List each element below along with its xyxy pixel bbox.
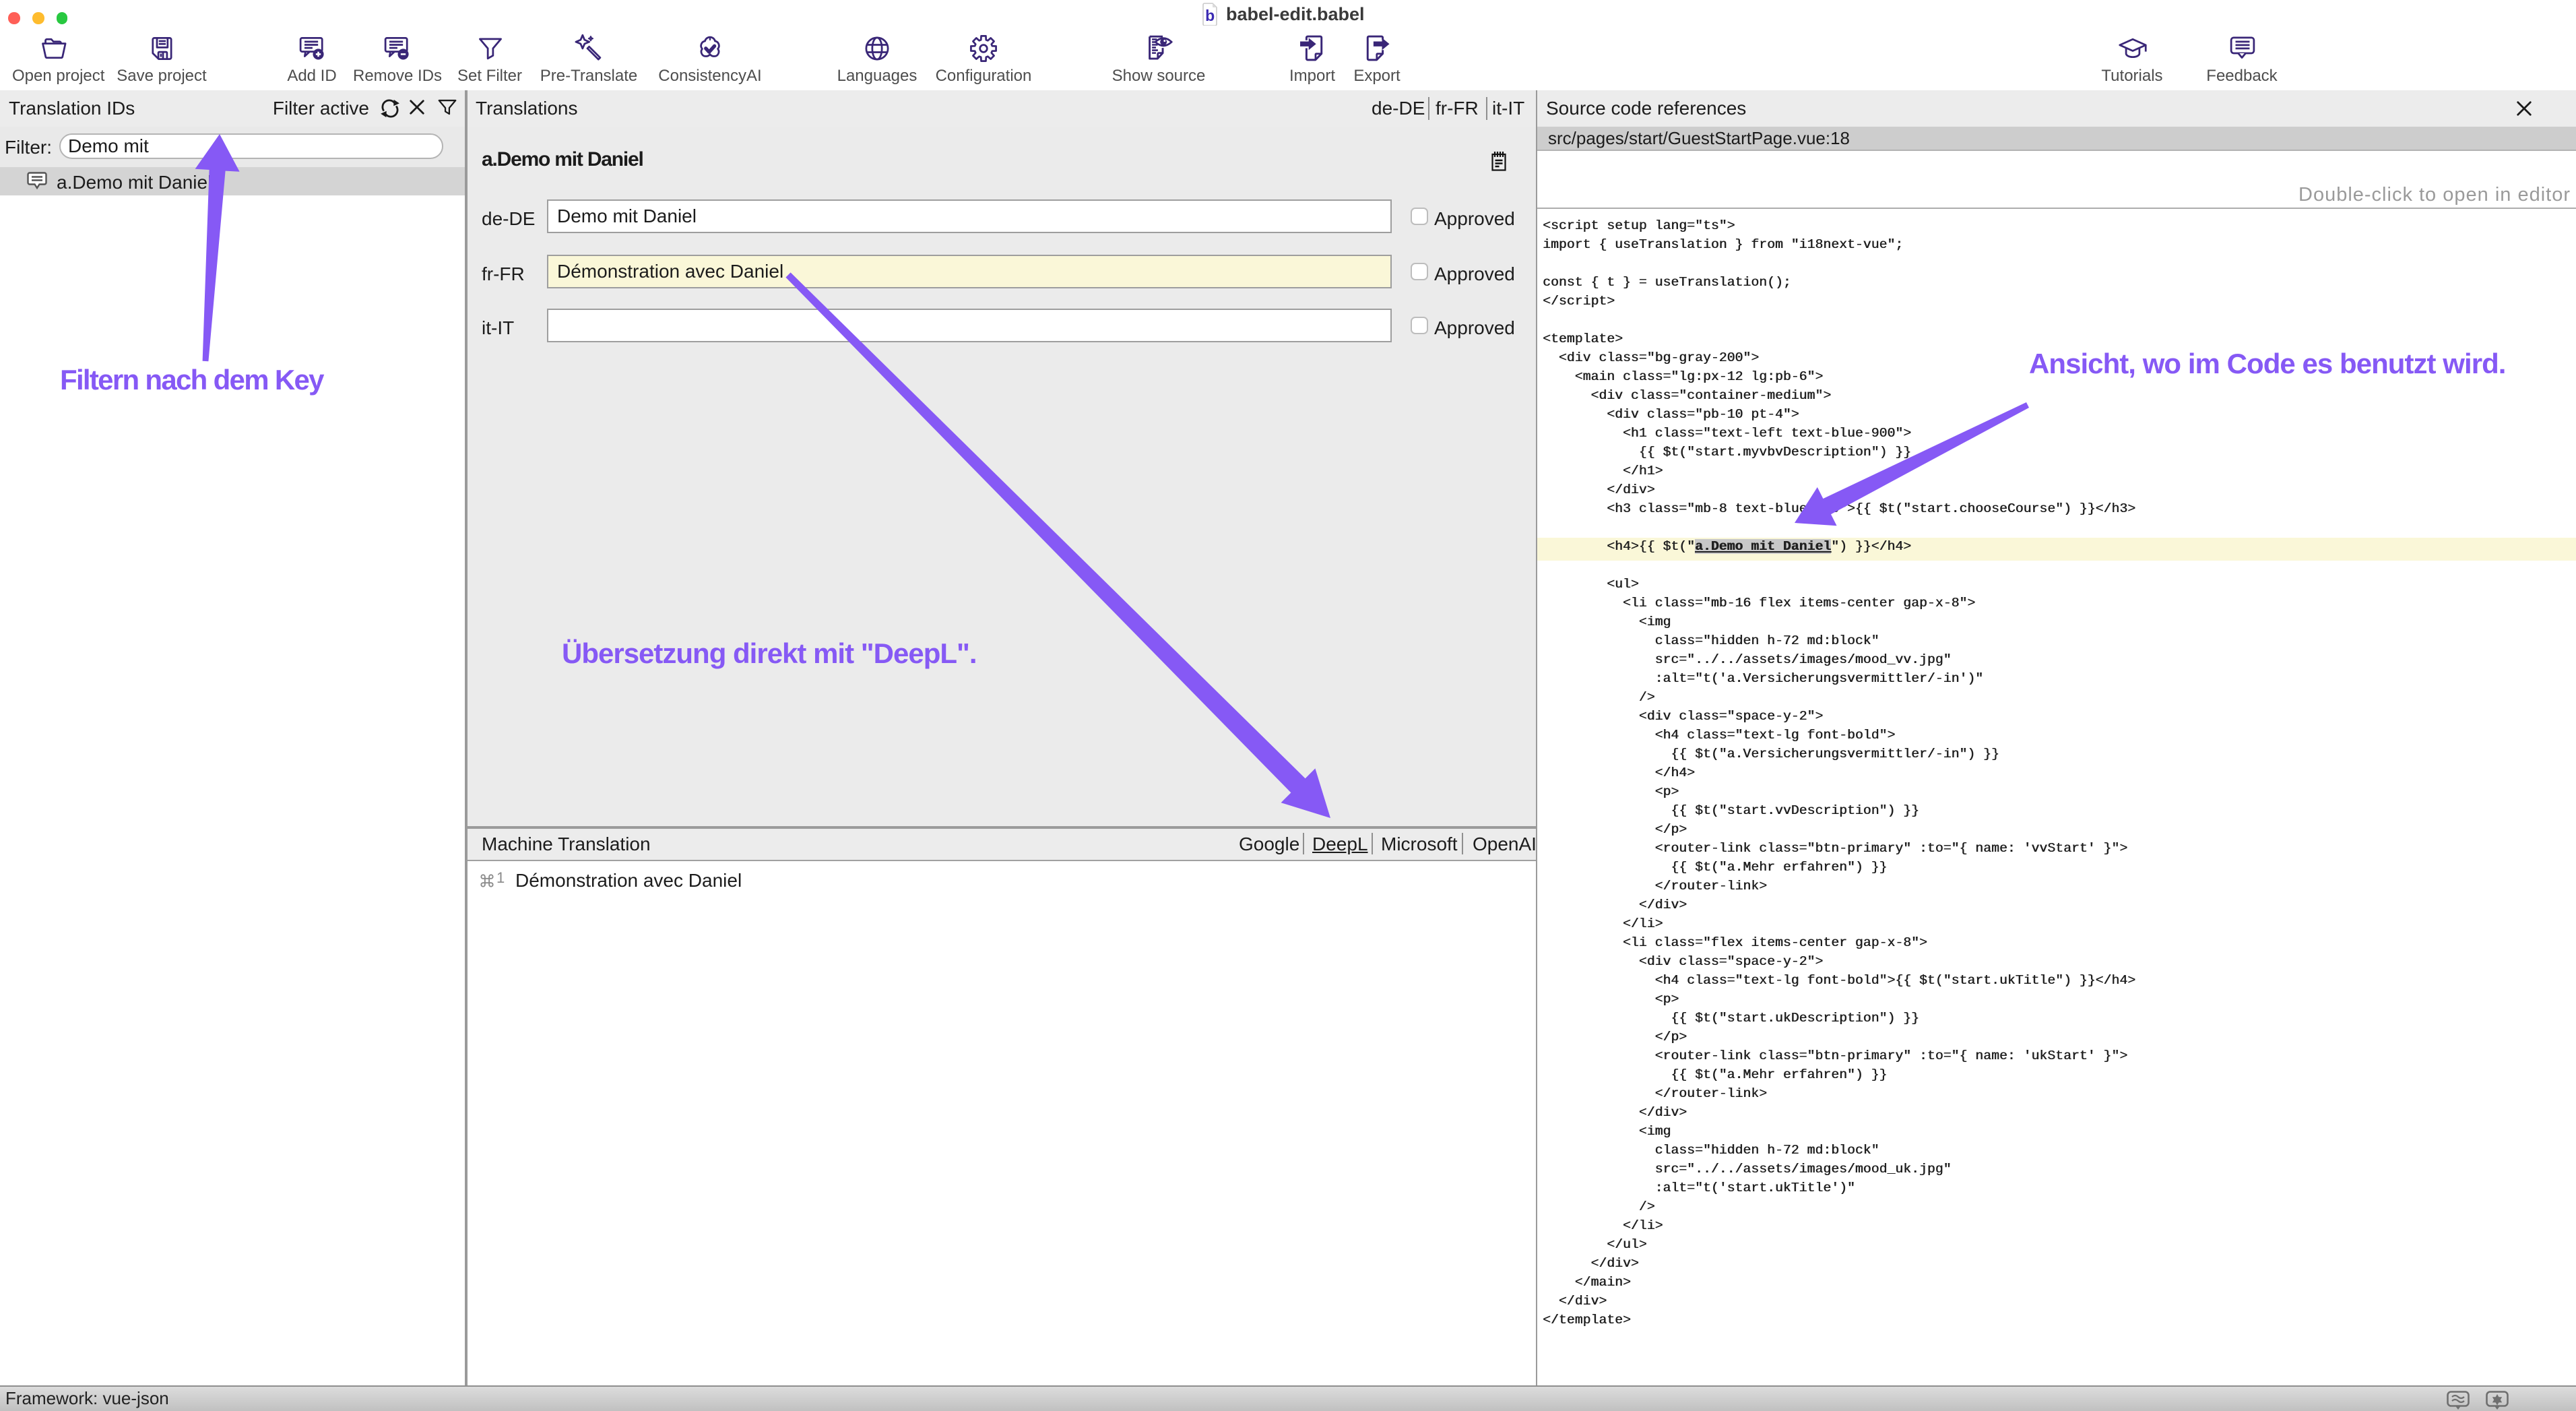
svg-text:b: b — [1205, 6, 1215, 24]
